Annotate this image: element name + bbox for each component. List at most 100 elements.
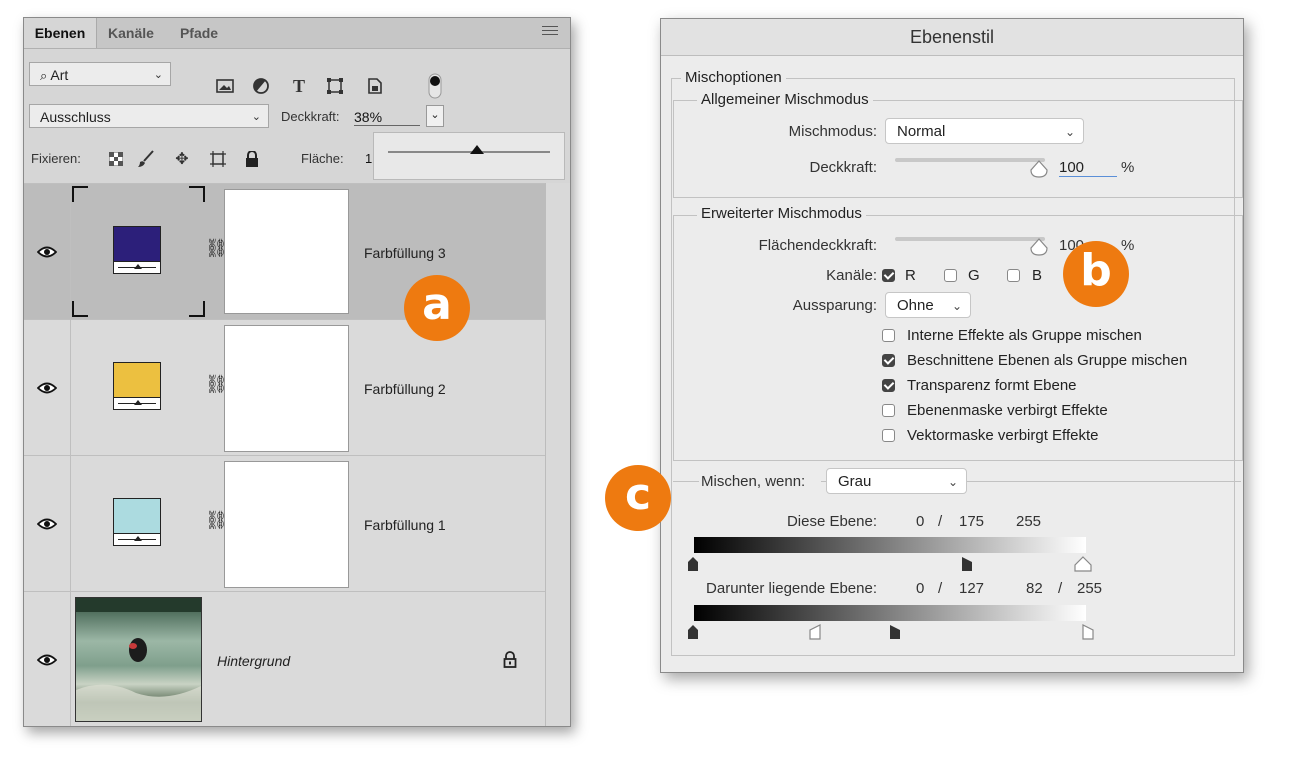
adjustment-filter-icon[interactable] bbox=[250, 76, 272, 96]
fill-opacity-slider-thumb[interactable] bbox=[1030, 238, 1048, 256]
blend-if-dropdown[interactable]: Grau ⌄ bbox=[826, 468, 967, 494]
fill-layer-thumbnail[interactable] bbox=[113, 362, 161, 410]
option-checkbox[interactable] bbox=[882, 354, 895, 367]
knockout-value: Ohne bbox=[897, 297, 934, 314]
shape-filter-icon[interactable] bbox=[324, 76, 346, 96]
underlying-white-value: 255 bbox=[1077, 580, 1103, 597]
opacity-input[interactable]: 100 bbox=[1059, 159, 1117, 177]
underlying-black-value: 0 bbox=[916, 580, 925, 597]
channel-r-label: R bbox=[905, 267, 916, 284]
underlying-gradient-bar bbox=[694, 605, 1086, 621]
blend-mode-dropdown[interactable]: Ausschluss ⌄ bbox=[29, 104, 269, 128]
opacity-slider-track[interactable] bbox=[895, 158, 1045, 162]
eye-icon[interactable] bbox=[37, 518, 57, 530]
layer-mask-thumbnail[interactable] bbox=[224, 189, 349, 314]
this-layer-gradient-bar bbox=[694, 537, 1086, 553]
option-checkbox[interactable] bbox=[882, 404, 895, 417]
option-label: Beschnittene Ebenen als Gruppe mischen bbox=[907, 352, 1188, 369]
tab-layers[interactable]: Ebenen bbox=[24, 18, 97, 48]
move-icon[interactable]: ✥ bbox=[172, 149, 192, 169]
chevron-down-icon: ⌄ bbox=[951, 299, 962, 313]
fill-layer-thumbnail[interactable] bbox=[113, 226, 161, 274]
opacity-slider-track[interactable] bbox=[388, 151, 550, 153]
underlying-separator: / bbox=[1058, 580, 1063, 597]
option-label: Vektormaske verbirgt Effekte bbox=[907, 427, 1099, 444]
lock-transparent-pixels-icon[interactable] bbox=[106, 149, 126, 169]
knockout-label: Aussparung: bbox=[792, 297, 877, 314]
layers-tabbar: Ebenen Kanäle Pfade bbox=[24, 18, 570, 49]
blend-mode-label: Mischmodus: bbox=[788, 123, 877, 140]
panel-menu-icon[interactable] bbox=[542, 26, 558, 38]
opacity-slider-popup bbox=[373, 132, 565, 180]
channel-b-checkbox[interactable] bbox=[1007, 269, 1020, 282]
channel-b-label: B bbox=[1032, 267, 1043, 284]
brush-icon[interactable] bbox=[136, 149, 156, 169]
channel-r-checkbox[interactable] bbox=[882, 269, 895, 282]
eye-icon[interactable] bbox=[37, 382, 57, 394]
this-layer-black-split-value: 175 bbox=[959, 513, 985, 530]
background-image-thumbnail[interactable] bbox=[75, 597, 202, 722]
this-layer-black-split-slider[interactable] bbox=[961, 556, 973, 572]
callout-badge-c: c bbox=[605, 465, 671, 531]
opacity-popup-button[interactable]: ⌄ bbox=[426, 105, 444, 127]
layer-mask-thumbnail[interactable] bbox=[224, 461, 349, 588]
channels-label: Kanäle: bbox=[826, 267, 877, 284]
layer-name[interactable]: Farbfüllung 1 bbox=[364, 517, 446, 533]
opacity-unit: % bbox=[1121, 159, 1135, 176]
option-label: Ebenenmaske verbirgt Effekte bbox=[907, 402, 1108, 419]
fill-layer-thumbnail[interactable] bbox=[113, 498, 161, 546]
tab-paths[interactable]: Pfade bbox=[168, 18, 230, 48]
eye-icon[interactable] bbox=[37, 654, 57, 666]
option-checkbox[interactable] bbox=[882, 329, 895, 342]
layer-row[interactable]: Hintergrund bbox=[24, 591, 545, 726]
layer-name[interactable]: Farbfüllung 2 bbox=[364, 381, 446, 397]
artboard-lock-icon[interactable] bbox=[208, 149, 228, 169]
channel-g-checkbox[interactable] bbox=[944, 269, 957, 282]
visibility-cell bbox=[24, 320, 71, 455]
layer-row[interactable]: ⛓ Farbfüllung 1 bbox=[24, 455, 545, 591]
blend-mode-dropdown[interactable]: Normal ⌄ bbox=[885, 118, 1084, 144]
chevron-down-icon: ⌄ bbox=[1064, 125, 1075, 139]
underlying-separator: / bbox=[938, 580, 943, 597]
underlying-layer-label: Darunter liegende Ebene: bbox=[706, 580, 877, 597]
layer-name[interactable]: Farbfüllung 3 bbox=[364, 245, 446, 261]
fill-label: Fläche: bbox=[301, 151, 344, 166]
knockout-dropdown[interactable]: Ohne ⌄ bbox=[885, 292, 971, 318]
opacity-slider-thumb[interactable] bbox=[470, 145, 485, 154]
underlying-black-slider[interactable] bbox=[687, 624, 699, 640]
option-checkbox[interactable] bbox=[882, 429, 895, 442]
chevron-down-icon: ⌄ bbox=[153, 69, 163, 81]
fill-opacity-slider-track[interactable] bbox=[895, 237, 1045, 241]
lock-all-icon[interactable] bbox=[242, 149, 262, 169]
layer-mask-thumbnail[interactable] bbox=[224, 325, 349, 452]
layers-panel: Ebenen Kanäle Pfade ⌕ Art ⌄ T Ausschluss… bbox=[23, 17, 571, 727]
lock-icon[interactable] bbox=[503, 651, 517, 668]
this-layer-black-slider[interactable] bbox=[687, 556, 699, 572]
advanced-legend: Erweiterter Mischmodus bbox=[697, 205, 866, 222]
opacity-input[interactable]: 38% bbox=[354, 109, 420, 126]
text-filter-icon[interactable]: T bbox=[288, 76, 310, 96]
layers-scrollbar[interactable] bbox=[545, 183, 570, 726]
opacity-slider-thumb[interactable] bbox=[1030, 160, 1048, 178]
tab-channels[interactable]: Kanäle bbox=[98, 18, 164, 48]
visibility-cell bbox=[24, 184, 71, 319]
fill-input[interactable]: 1 bbox=[365, 151, 372, 166]
fill-opacity-label: Flächendeckkraft: bbox=[758, 237, 877, 254]
underlying-black-split-slider-left[interactable] bbox=[809, 624, 821, 640]
layer-row[interactable]: ⛓ Farbfüllung 2 bbox=[24, 319, 545, 455]
eye-icon[interactable] bbox=[37, 246, 57, 258]
underlying-black-split-slider-right[interactable] bbox=[889, 624, 901, 640]
blend-if-label: Mischen, wenn: bbox=[699, 473, 821, 490]
section-title: Mischoptionen bbox=[681, 69, 786, 86]
underlying-white-slider[interactable] bbox=[1082, 624, 1094, 640]
smart-object-filter-icon[interactable] bbox=[364, 76, 386, 96]
layer-filter-dropdown[interactable]: ⌕ Art ⌄ bbox=[29, 62, 171, 86]
image-filter-icon[interactable] bbox=[214, 76, 236, 96]
filter-toggle-icon[interactable] bbox=[424, 73, 446, 99]
option-checkbox[interactable] bbox=[882, 379, 895, 392]
layer-name[interactable]: Hintergrund bbox=[217, 653, 290, 669]
this-layer-white-slider[interactable] bbox=[1074, 556, 1092, 572]
layer-style-dialog: Ebenenstil Mischoptionen Allgemeiner Mis… bbox=[660, 18, 1244, 673]
thumbnail-selection-frame bbox=[72, 186, 88, 202]
filter-label: Art bbox=[50, 67, 69, 83]
